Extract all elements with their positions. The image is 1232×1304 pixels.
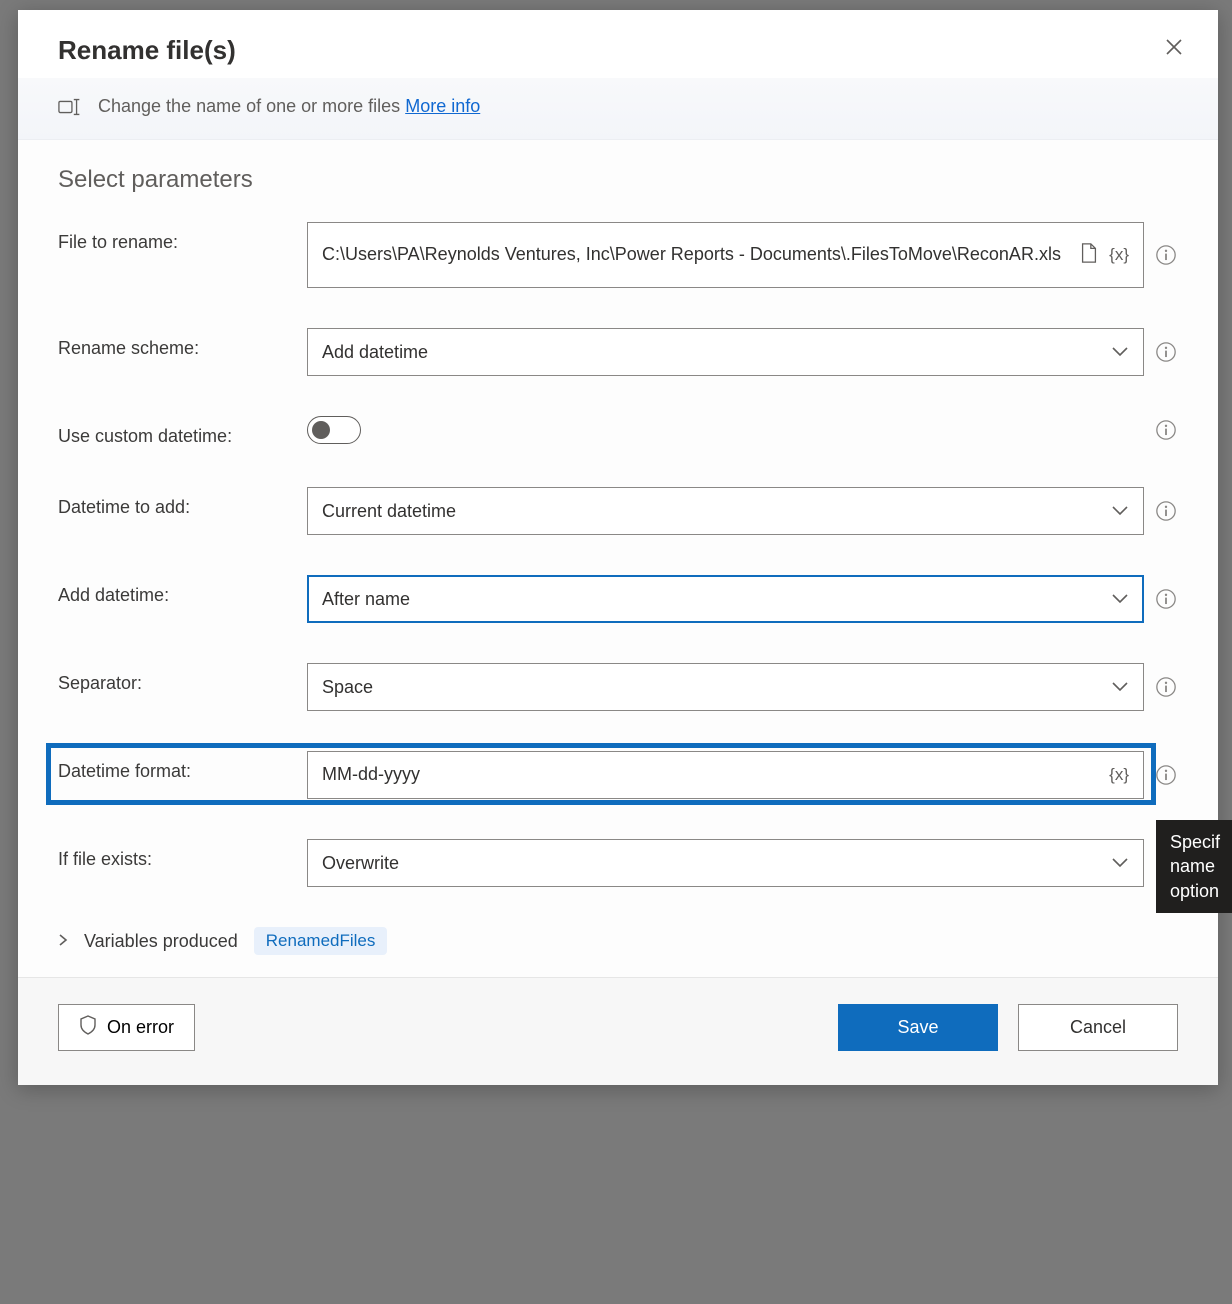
label-if-file-exists: If file exists:	[58, 839, 293, 870]
chevron-down-icon	[1111, 501, 1129, 522]
variables-produced-row[interactable]: Variables produced RenamedFiles	[58, 927, 1178, 955]
select-value: Overwrite	[322, 853, 399, 874]
select-add-datetime[interactable]: After name	[307, 575, 1144, 623]
chevron-right-icon	[58, 931, 68, 952]
row-if-file-exists: If file exists: Overwrite	[58, 839, 1178, 887]
info-icon[interactable]	[1154, 340, 1178, 364]
label-rename-scheme: Rename scheme:	[58, 328, 293, 359]
input-file-value: C:\Users\PA\Reynolds Ventures, Inc\Power…	[322, 243, 1079, 266]
row-add-datetime: Add datetime: After name	[58, 575, 1178, 623]
tooltip-line: Specif	[1170, 830, 1220, 854]
dialog-body: Select parameters File to rename: C:\Use…	[18, 140, 1218, 977]
chevron-down-icon	[1111, 589, 1129, 610]
input-file-to-rename[interactable]: C:\Users\PA\Reynolds Ventures, Inc\Power…	[307, 222, 1144, 288]
row-datetime-format: Datetime format: MM-dd-yyyy {x}	[58, 751, 1178, 799]
select-separator[interactable]: Space	[307, 663, 1144, 711]
chevron-down-icon	[1111, 853, 1129, 874]
rename-files-dialog: Rename file(s) Change the name of one or…	[18, 10, 1218, 1085]
chevron-down-icon	[1111, 677, 1129, 698]
row-separator: Separator: Space	[58, 663, 1178, 711]
tooltip-line: name	[1170, 854, 1220, 878]
info-icon[interactable]	[1154, 418, 1178, 442]
select-value: Current datetime	[322, 501, 456, 522]
tooltip: Specif name option	[1156, 820, 1232, 913]
variables-produced-label: Variables produced	[84, 931, 238, 952]
file-picker-icon[interactable]	[1079, 242, 1099, 269]
select-rename-scheme[interactable]: Add datetime	[307, 328, 1144, 376]
close-icon[interactable]	[1160, 32, 1188, 68]
cancel-label: Cancel	[1070, 1017, 1126, 1037]
select-value: Space	[322, 677, 373, 698]
more-info-link[interactable]: More info	[405, 96, 480, 116]
dialog-footer: On error Save Cancel	[18, 977, 1218, 1085]
description-label: Change the name of one or more files	[98, 96, 400, 116]
description-text: Change the name of one or more files Mor…	[98, 96, 480, 117]
input-dt-format-value: MM-dd-yyyy	[322, 763, 1109, 786]
label-separator: Separator:	[58, 663, 293, 694]
dialog-title: Rename file(s)	[58, 35, 1160, 66]
select-value: Add datetime	[322, 342, 428, 363]
info-icon[interactable]	[1154, 499, 1178, 523]
info-icon[interactable]	[1154, 587, 1178, 611]
label-datetime-to-add: Datetime to add:	[58, 487, 293, 518]
variable-chip[interactable]: RenamedFiles	[254, 927, 388, 955]
label-datetime-format: Datetime format:	[58, 751, 293, 782]
save-button[interactable]: Save	[838, 1004, 998, 1051]
variable-picker-icon[interactable]: {x}	[1109, 245, 1129, 265]
shield-icon	[79, 1015, 97, 1040]
input-datetime-format[interactable]: MM-dd-yyyy {x}	[307, 751, 1144, 799]
description-bar: Change the name of one or more files Mor…	[18, 78, 1218, 140]
section-title: Select parameters	[58, 166, 1178, 194]
tooltip-line: option	[1170, 879, 1220, 903]
on-error-label: On error	[107, 1017, 174, 1038]
info-icon[interactable]	[1154, 675, 1178, 699]
chevron-down-icon	[1111, 342, 1129, 363]
on-error-button[interactable]: On error	[58, 1004, 195, 1051]
info-icon[interactable]	[1154, 763, 1178, 787]
cancel-button[interactable]: Cancel	[1018, 1004, 1178, 1051]
variable-picker-icon[interactable]: {x}	[1109, 765, 1129, 785]
info-icon[interactable]	[1154, 243, 1178, 267]
dialog-header: Rename file(s)	[18, 10, 1218, 78]
label-use-custom-datetime: Use custom datetime:	[58, 416, 293, 447]
save-label: Save	[897, 1017, 938, 1037]
rename-icon	[58, 97, 84, 117]
row-use-custom-datetime: Use custom datetime:	[58, 416, 1178, 447]
select-if-file-exists[interactable]: Overwrite	[307, 839, 1144, 887]
row-datetime-to-add: Datetime to add: Current datetime	[58, 487, 1178, 535]
select-datetime-to-add[interactable]: Current datetime	[307, 487, 1144, 535]
row-file-to-rename: File to rename: C:\Users\PA\Reynolds Ven…	[58, 222, 1178, 288]
label-file-to-rename: File to rename:	[58, 222, 293, 253]
label-add-datetime: Add datetime:	[58, 575, 293, 606]
row-rename-scheme: Rename scheme: Add datetime	[58, 328, 1178, 376]
select-value: After name	[322, 589, 410, 610]
toggle-use-custom-datetime[interactable]	[307, 416, 361, 444]
